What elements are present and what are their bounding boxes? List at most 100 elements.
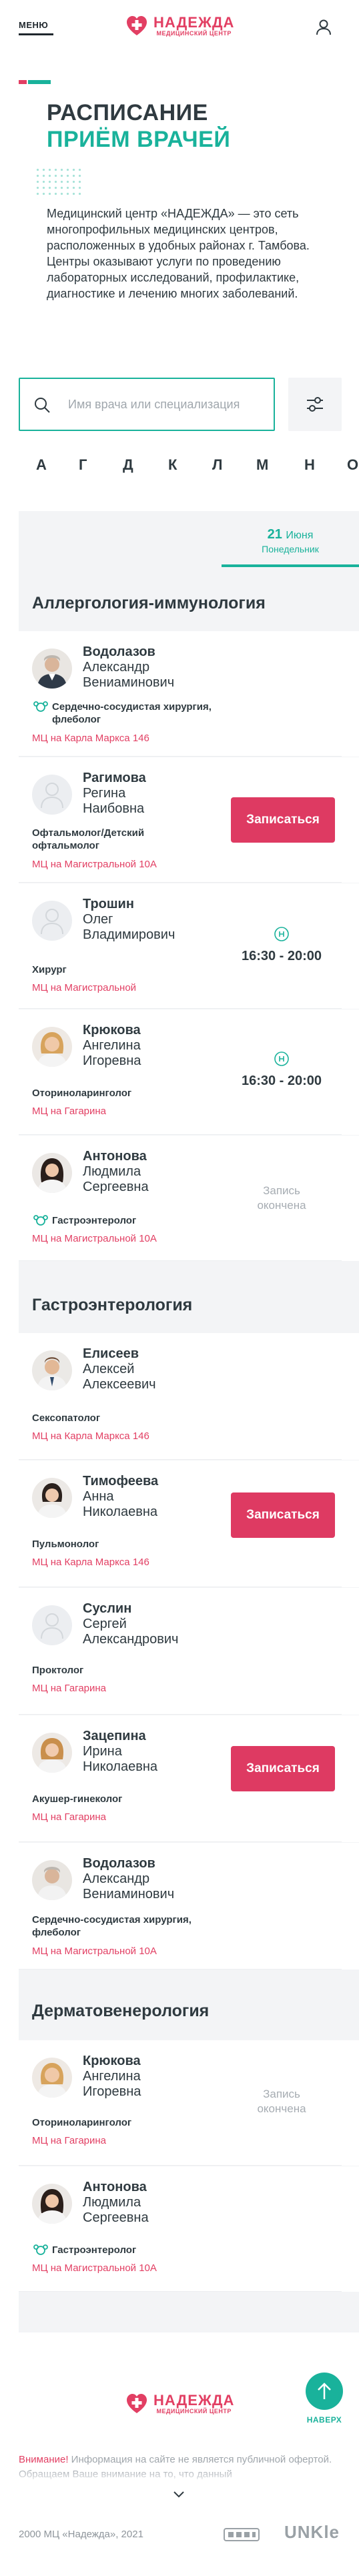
letter-g[interactable]: Г xyxy=(79,456,87,474)
slot-cell-empty xyxy=(222,1843,342,1970)
doctor-address[interactable]: МЦ на Карла Маркса 146 xyxy=(32,1557,149,1568)
doctor-address[interactable]: МЦ на Магистральной 10А xyxy=(32,2262,157,2274)
doctor-last-name: Водолазов xyxy=(83,1856,155,1871)
doctor-first-name: Людмила xyxy=(83,2195,141,2210)
slot-cell[interactable]: 16:30 - 20:00 xyxy=(222,1009,342,1135)
doctor-first-name: Олег xyxy=(83,912,113,927)
doctor-name: Антонова Людмила Сергеевна xyxy=(83,2180,216,2226)
doctor-last-name: Тимофеева xyxy=(83,1474,159,1488)
slot-time[interactable]: 16:30 - 20:00 xyxy=(222,949,342,964)
doctor-card[interactable]: Водолазов Александр Вениаминович Сердечн… xyxy=(19,631,222,757)
slot-time[interactable]: 16:30 - 20:00 xyxy=(222,1074,342,1089)
doctor-card[interactable]: Антонова Людмила Сергеевна Гастроэнтерол… xyxy=(19,2166,222,2292)
doctor-name: Трошин Олег Владимирович xyxy=(83,897,216,943)
book-button[interactable]: Записаться xyxy=(231,797,335,843)
doctor-address[interactable]: МЦ на Гагарина xyxy=(32,2135,106,2146)
footer-logo-name: НАДЕЖДА xyxy=(153,2392,235,2409)
doctor-last-name: Крюкова xyxy=(83,1023,141,1037)
search-input[interactable] xyxy=(68,391,268,418)
developer-logo[interactable]: UNKle xyxy=(284,2522,340,2543)
dot-pattern-decoration xyxy=(35,167,81,199)
page-subtitle: ПРИЁМ ВРАЧЕЙ xyxy=(47,127,231,152)
clinic-slot-icon xyxy=(274,927,289,941)
avatar-placeholder xyxy=(32,901,72,941)
warning-fade xyxy=(19,2469,340,2485)
doctor-name: Антонова Людмила Сергеевна xyxy=(83,1149,216,1195)
heart-cross-icon xyxy=(127,16,147,35)
doctor-address[interactable]: МЦ на Карла Маркса 146 xyxy=(32,733,149,744)
dev-studio-logo-icon[interactable] xyxy=(223,2525,260,2545)
doctor-first-name: Ангелина xyxy=(83,1038,141,1053)
date-month: Июня xyxy=(286,530,314,541)
doctor-card[interactable]: Антонова Людмила Сергеевна Гастроэнтерол… xyxy=(19,1136,222,1261)
date-day: 21 xyxy=(267,527,282,542)
doctor-address[interactable]: МЦ на Магистральной 10А xyxy=(32,859,157,870)
doctor-last-name: Антонова xyxy=(83,2180,147,2194)
doctor-card[interactable]: Водолазов Александр Вениаминович Сердечн… xyxy=(19,1843,222,1970)
doctor-address[interactable]: МЦ на Магистральной 10А xyxy=(32,1946,157,1957)
search-icon xyxy=(35,398,50,413)
doctor-middle-name: Владимирович xyxy=(83,927,175,942)
filter-button[interactable] xyxy=(288,378,342,431)
book-button[interactable]: Записаться xyxy=(231,1746,335,1791)
date-underline xyxy=(222,564,359,567)
logo-name: НАДЕЖДА xyxy=(153,14,235,31)
chevron-down-icon[interactable] xyxy=(172,2490,186,2499)
doctor-name: Крюкова Ангелина Игоревна xyxy=(83,2054,216,2100)
doctor-name: Суслин Сергей Александрович xyxy=(83,1601,216,1647)
doctor-middle-name: Николаевна xyxy=(83,1759,157,1774)
doctor-photo xyxy=(32,1860,72,1900)
doctor-address[interactable]: МЦ на Карла Маркса 146 xyxy=(32,1430,149,1442)
doctor-address[interactable]: МЦ на Магистральной xyxy=(32,982,136,993)
letter-a[interactable]: А xyxy=(36,456,47,474)
next-day-column xyxy=(342,1715,359,1842)
user-icon[interactable] xyxy=(315,19,332,36)
letter-k[interactable]: К xyxy=(168,456,177,474)
section-title: Гастроэнтерология xyxy=(32,1296,193,1314)
logo[interactable]: НАДЕЖДА МЕДИЦИНСКИЙ ЦЕНТР xyxy=(125,15,234,37)
doctor-address[interactable]: МЦ на Магистральной 10А xyxy=(32,1233,157,1244)
footer-logo[interactable]: НАДЕЖДА МЕДИЦИНСКИЙ ЦЕНТР xyxy=(125,2393,234,2415)
slot-cell: Записаться xyxy=(222,757,342,883)
doctor-address[interactable]: МЦ на Гагарина xyxy=(32,1683,106,1694)
doctor-last-name: Водолазов xyxy=(83,645,155,659)
letter-l[interactable]: Л xyxy=(212,456,222,474)
doctor-middle-name: Игоревна xyxy=(83,2084,141,2099)
doctor-card[interactable]: Крюкова Ангелина Игоревна Оториноларинго… xyxy=(19,1009,222,1135)
next-day-column xyxy=(342,1460,359,1587)
slot-cell[interactable]: 16:30 - 20:00 xyxy=(222,883,342,1009)
doctor-specialty: Гастроэнтеролог xyxy=(52,1215,137,1226)
doctor-card[interactable]: Суслин Сергей Александрович Проктолог МЦ… xyxy=(19,1588,222,1715)
date-column-header[interactable]: 21 Июня Понедельник xyxy=(222,527,359,567)
next-day-column xyxy=(342,1588,359,1715)
doctor-card[interactable]: Тимофеева Анна Николаевна Пульмонолог МЦ… xyxy=(19,1460,222,1587)
doctor-last-name: Зацепина xyxy=(83,1729,146,1743)
letter-n[interactable]: Н xyxy=(304,456,315,474)
menu-button[interactable]: МЕНЮ xyxy=(19,20,53,35)
letter-d[interactable]: Д xyxy=(123,456,133,474)
doctor-last-name: Суслин xyxy=(83,1601,132,1616)
doctor-last-name: Крюкова xyxy=(83,2054,141,2068)
book-button[interactable]: Записаться xyxy=(231,1492,335,1538)
letter-m[interactable]: М xyxy=(256,456,268,474)
doctor-middle-name: Наибовна xyxy=(83,801,145,816)
slot-cell-empty xyxy=(222,1588,342,1715)
doctor-card[interactable]: Елисеев Алексей Алексеевич Сексопатолог … xyxy=(19,1333,222,1460)
section-title: Дерматовенерология xyxy=(32,2002,210,2020)
letter-o[interactable]: О xyxy=(347,456,358,474)
doctor-card[interactable]: Крюкова Ангелина Игоревна Оториноларинго… xyxy=(19,2040,222,2166)
doctor-last-name: Антонова xyxy=(83,1149,147,1164)
doctor-address[interactable]: МЦ на Гагарина xyxy=(32,1106,106,1117)
next-day-column xyxy=(342,1843,359,1970)
doctor-specialty: Оториноларинголог xyxy=(32,1088,132,1099)
doctor-address[interactable]: МЦ на Гагарина xyxy=(32,1811,106,1823)
doctor-specialty: Сердечно-сосудистая хирургия, флеболог xyxy=(32,1914,192,1938)
doctor-first-name: Александр xyxy=(83,1871,150,1886)
search-box xyxy=(19,378,275,431)
doctor-card[interactable]: Зацепина Ирина Николаевна Акушер-гинекол… xyxy=(19,1715,222,1842)
doctor-card[interactable]: Рагимова Регина Наибовна Офтальмолог/Дет… xyxy=(19,757,222,883)
scroll-to-top-button[interactable]: НАВЕРХ xyxy=(304,2373,344,2430)
slot-cell-empty xyxy=(222,1333,342,1460)
doctor-card[interactable]: Трошин Олег Владимирович Хирург МЦ на Ма… xyxy=(19,883,222,1009)
doctor-first-name: Сергей xyxy=(83,1617,127,1631)
